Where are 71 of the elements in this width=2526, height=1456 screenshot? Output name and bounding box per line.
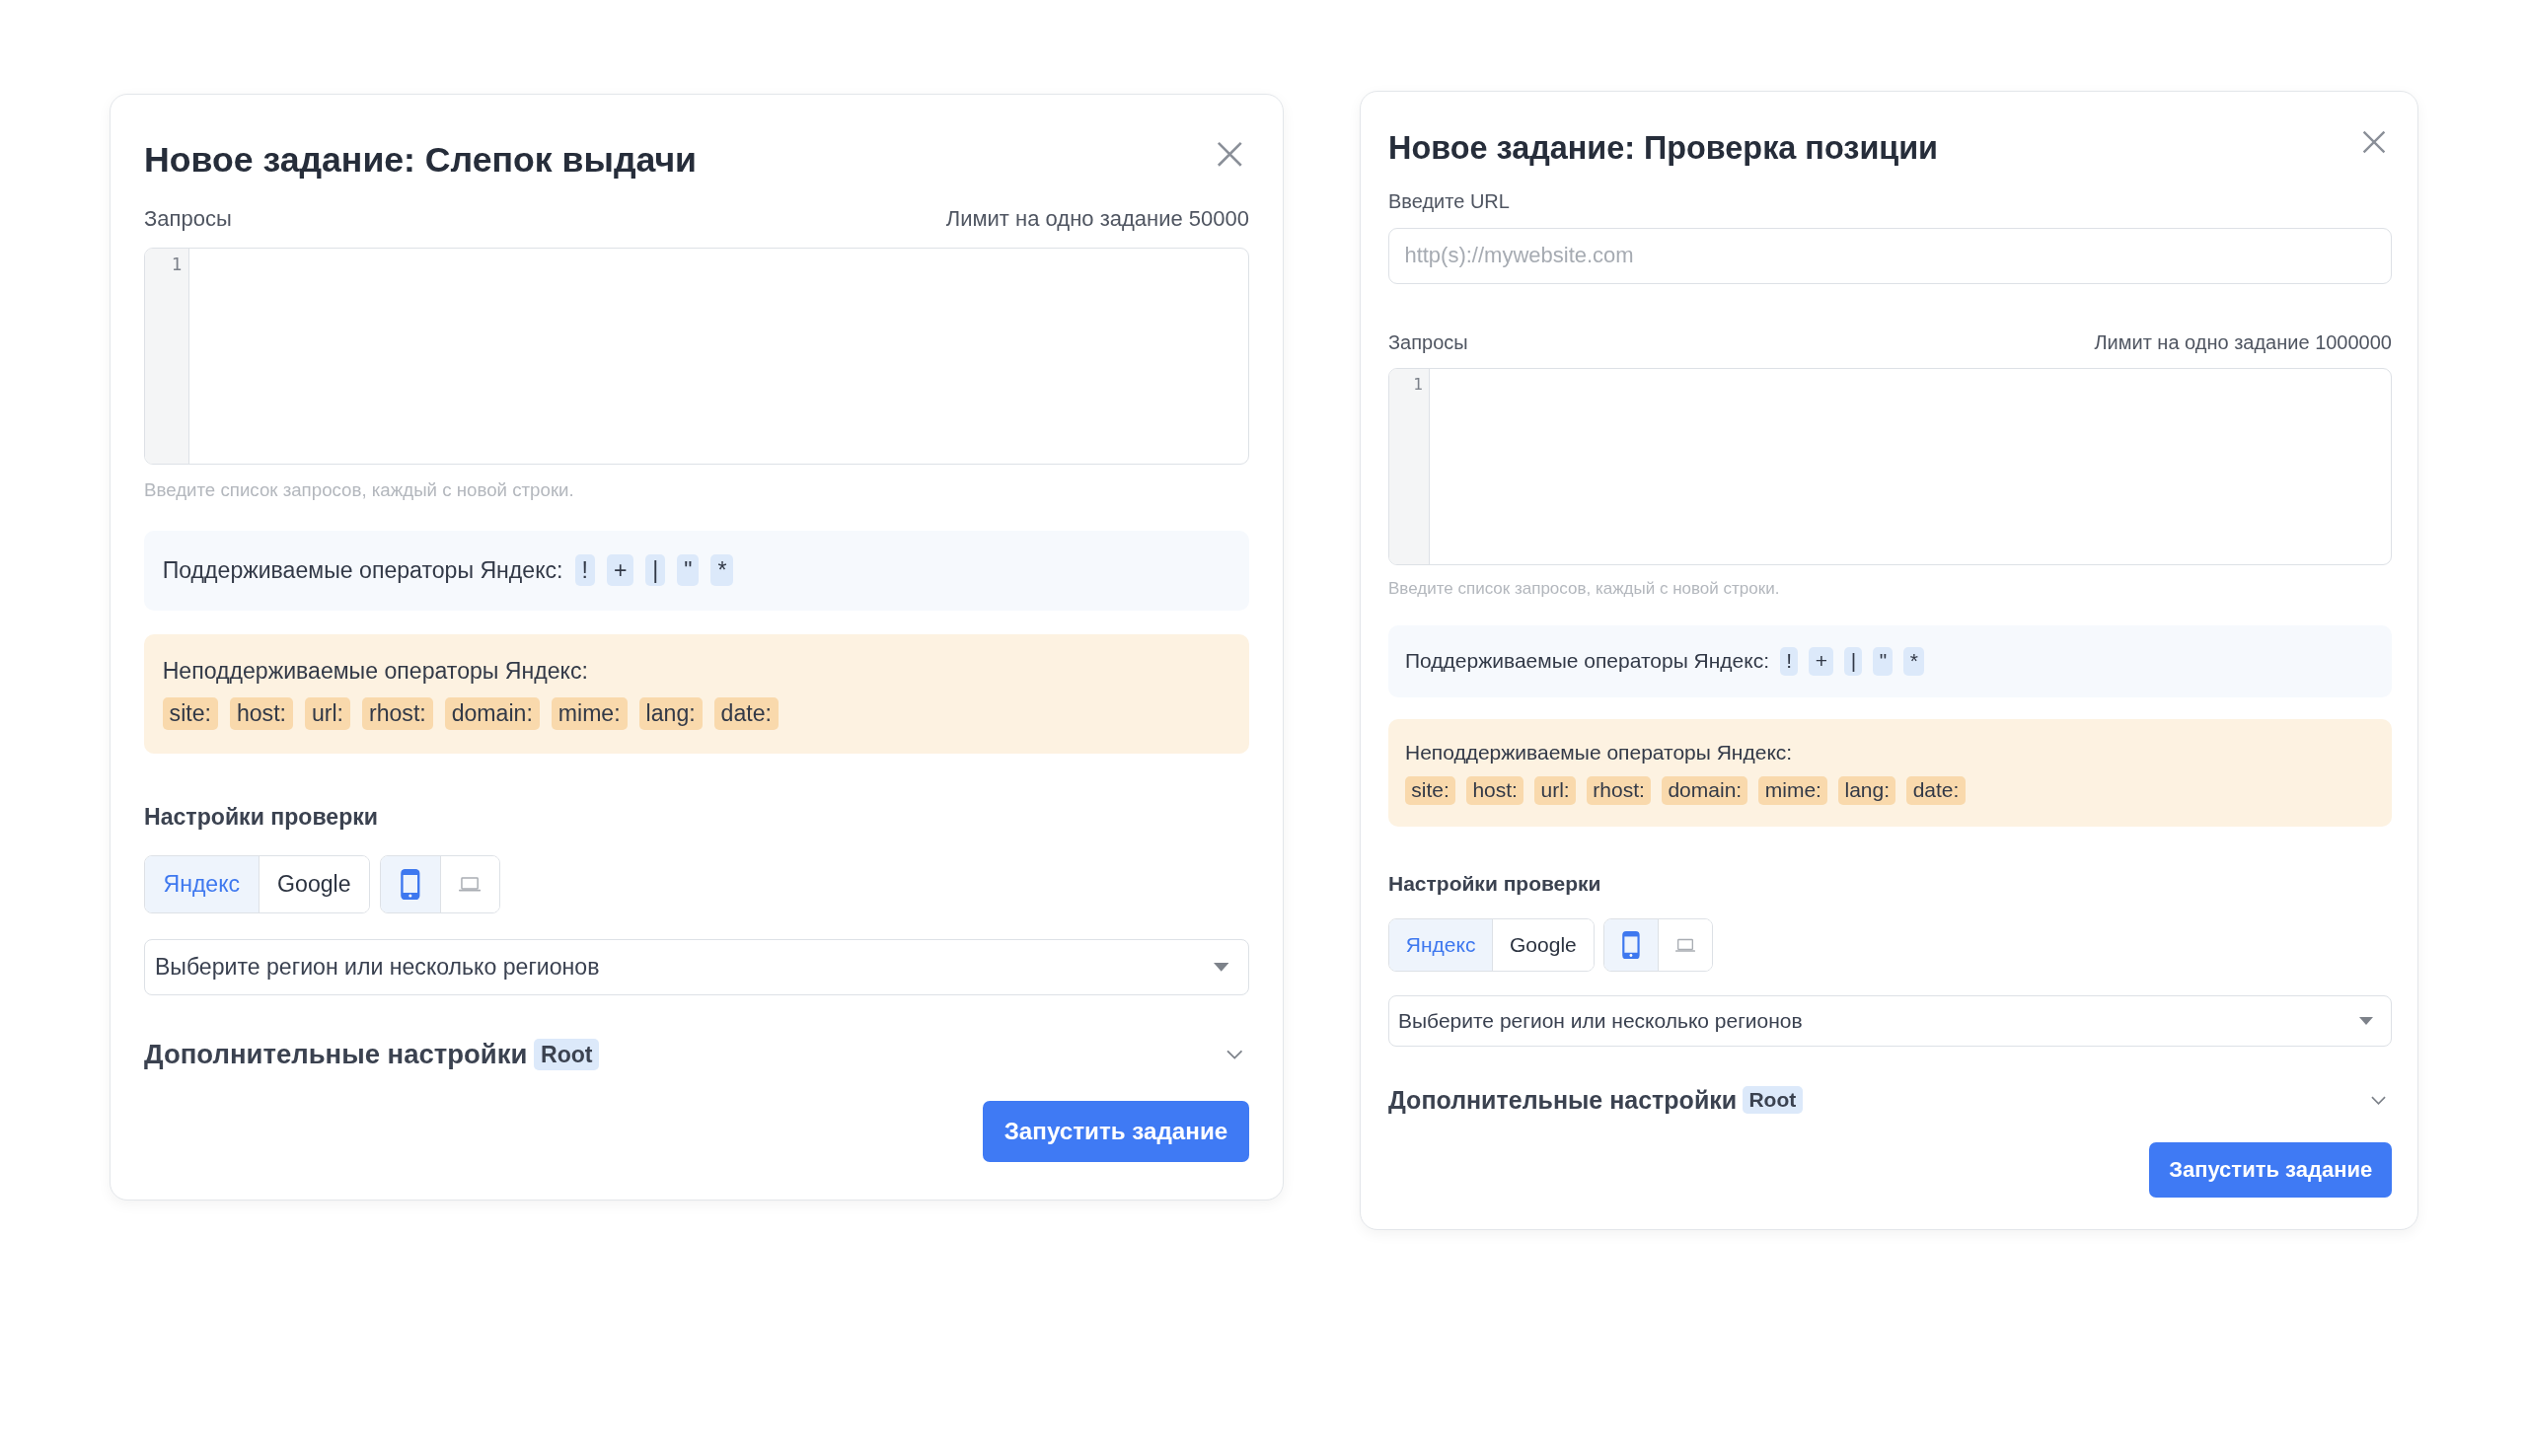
region-dropdown[interactable]: Выберите регион или несколько регионов — [144, 939, 1249, 996]
section-heading: Настройки проверки — [144, 803, 379, 831]
panel-text: Поддерживаемые операторы Яндекс: — [162, 556, 563, 584]
operator-tag: | — [1844, 646, 1863, 676]
operator-tag: site: — [1405, 775, 1456, 805]
operator-tag: host: — [1466, 775, 1524, 805]
operator-tag: mime: — [1758, 775, 1828, 805]
device-tab[interactable] — [380, 856, 440, 912]
line-number: 1 — [1413, 375, 1423, 395]
url-input-field[interactable]: http(s)://mywebsite.com — [1388, 227, 2392, 284]
phone-icon — [401, 868, 420, 900]
submit-button[interactable]: Запустить задание — [982, 1101, 1249, 1162]
engine-tab[interactable]: Google — [258, 856, 369, 912]
section-heading: Настройки проверки — [1388, 872, 1602, 897]
engine-tab[interactable]: Яндекс — [145, 856, 259, 912]
operator-tag: host: — [230, 697, 293, 730]
operator-tag: * — [710, 553, 734, 587]
operator-tag: domain: — [1662, 775, 1748, 805]
region-dropdown[interactable]: Выберите регион или несколько регионов — [1388, 994, 2392, 1047]
dropdown-caret-icon — [1213, 963, 1229, 973]
section-heading: Дополнительные настройки — [1388, 1085, 1738, 1115]
operator-tag: lang: — [1838, 775, 1896, 805]
phone-icon — [1621, 930, 1640, 960]
section-heading: Дополнительные настройки — [144, 1039, 528, 1071]
limit-text: Лимит на одно задание 50000 — [945, 206, 1249, 233]
operator-tag: " — [677, 553, 700, 587]
dialog-title: Новое задание: Проверка позиции — [1388, 129, 1939, 167]
panel-text: Неподдерживаемые операторы Яндекс: — [1405, 740, 1794, 764]
operator-tag: ! — [1780, 646, 1799, 676]
hint-text: Введите список запросов, каждый с новой строки. — [144, 478, 575, 501]
operator-tag: site: — [162, 697, 218, 730]
engine-tab[interactable]: Google — [1492, 919, 1594, 971]
field-label: Введите URL — [1388, 189, 1511, 213]
operator-tag: + — [606, 553, 634, 587]
operator-tag: * — [1903, 646, 1925, 676]
line-number: 1 — [171, 255, 183, 275]
close-icon[interactable] — [1215, 139, 1244, 169]
chevron-icon[interactable] — [2371, 1095, 2386, 1105]
operator-tag: mime: — [551, 697, 628, 730]
operator-tag: lang: — [638, 697, 703, 730]
submit-button[interactable]: Запустить задание — [2149, 1141, 2392, 1198]
engine-tab[interactable]: Яндекс — [1389, 919, 1493, 971]
dropdown-placeholder: Выберите регион или несколько регионов — [154, 954, 600, 982]
close-icon[interactable] — [2360, 129, 2387, 156]
limit-text: Лимит на одно задание 1000000 — [2094, 331, 2392, 355]
device-tab[interactable] — [1658, 919, 1712, 971]
field-label: Запросы — [144, 206, 232, 233]
dropdown-placeholder: Выберите регион или несколько регионов — [1398, 1008, 1803, 1033]
operator-tag: rhost: — [362, 697, 433, 730]
chevron-icon[interactable] — [1226, 1050, 1243, 1060]
device-tab[interactable] — [1603, 919, 1659, 971]
root-badge: Root — [534, 1039, 600, 1071]
operator-tag: date: — [1906, 775, 1966, 805]
dialog-title: Новое задание: Слепок выдачи — [144, 140, 697, 182]
panel-text: Неподдерживаемые операторы Яндекс: — [162, 657, 589, 685]
operator-tag: " — [1873, 646, 1894, 676]
operator-tag: + — [1809, 646, 1834, 676]
operator-tag: | — [645, 553, 666, 587]
operator-tag: url: — [305, 697, 350, 730]
query-editor[interactable]: 1 — [144, 247, 1249, 465]
operator-tag: ! — [574, 553, 595, 587]
hint-text: Введите список запросов, каждый с новой строки. — [1388, 578, 1781, 599]
panel-text: Поддерживаемые операторы Яндекс: — [1405, 649, 1770, 674]
operator-tag: domain: — [444, 697, 540, 730]
root-badge: Root — [1743, 1086, 1803, 1115]
query-editor[interactable]: 1 — [1388, 368, 2392, 566]
operator-tag: date: — [713, 697, 779, 730]
operator-tag: rhost: — [1587, 775, 1652, 805]
operator-tag: url: — [1534, 775, 1576, 805]
dropdown-caret-icon — [2359, 1016, 2373, 1025]
field-label: Запросы — [1388, 331, 1468, 355]
